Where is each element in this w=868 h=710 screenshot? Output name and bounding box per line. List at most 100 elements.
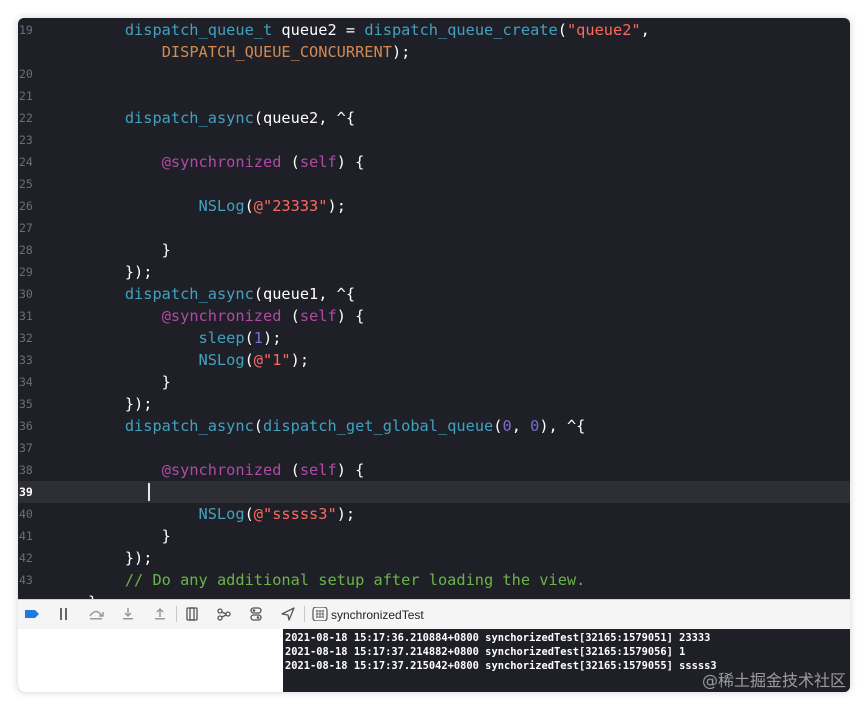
code-line[interactable]: 32 sleep(1); (18, 327, 850, 349)
token-number: 0 (502, 417, 512, 435)
memory-graph-icon[interactable] (216, 607, 232, 621)
line-number: 23 (19, 133, 33, 147)
step-into-icon[interactable] (120, 607, 136, 621)
code-line[interactable]: 21 (18, 85, 850, 107)
line-number: 25 (19, 177, 33, 191)
line-number: 35 (19, 397, 33, 411)
code-text: @synchronized (self) { (88, 151, 365, 173)
token-plain: ( (281, 307, 300, 325)
token-keyword: self (299, 307, 337, 325)
code-line[interactable]: 35 }); (18, 393, 850, 415)
code-line[interactable]: 27 (18, 217, 850, 239)
line-number: 37 (19, 441, 33, 455)
pause-icon[interactable] (56, 607, 72, 621)
code-text: sleep(1); (88, 327, 282, 349)
code-line[interactable]: 31 @synchronized (self) { (18, 305, 850, 327)
code-line[interactable]: 28 } (18, 239, 850, 261)
token-keyword: @synchronized (161, 153, 282, 171)
breakpoints-toggle-icon[interactable] (24, 607, 40, 621)
code-line[interactable]: } (18, 591, 850, 599)
token-keyword: self (299, 153, 337, 171)
current-code-line[interactable]: 39 (18, 481, 850, 503)
code-line[interactable]: 37 (18, 437, 850, 459)
token-string: "queue2" (566, 21, 641, 39)
code-line[interactable]: 22 dispatch_async(queue2, ^{ (18, 107, 850, 129)
token-keyword: @synchronized (161, 461, 282, 479)
code-line[interactable]: 30 dispatch_async(queue1, ^{ (18, 283, 850, 305)
step-over-icon[interactable] (88, 607, 104, 621)
debug-bar: synchronizedTest (18, 599, 850, 630)
line-number: 39 (19, 485, 33, 499)
token-plain: } (88, 527, 171, 545)
token-plain: ( (557, 21, 567, 39)
token-function: dispatch_queue_t (124, 21, 273, 39)
token-plain: ) { (336, 153, 365, 171)
token-plain: ( (253, 417, 263, 435)
code-line[interactable]: 25 (18, 173, 850, 195)
token-plain: ) { (336, 307, 365, 325)
code-line[interactable]: 33 NSLog(@"1"); (18, 349, 850, 371)
line-number: 31 (19, 309, 33, 323)
line-number: 41 (19, 529, 33, 543)
code-line[interactable]: 29 }); (18, 261, 850, 283)
code-line[interactable]: 38 @synchronized (self) { (18, 459, 850, 481)
code-text: @synchronized (self) { (88, 459, 365, 481)
code-text: NSLog(@"23333"); (88, 195, 346, 217)
code-line[interactable]: 43 // Do any additional setup after load… (18, 569, 850, 591)
line-number: 43 (19, 573, 33, 587)
line-number: 28 (19, 243, 33, 257)
scheme-target-label[interactable]: synchronizedTest (331, 608, 424, 622)
view-hierarchy-icon[interactable] (184, 607, 200, 621)
xcode-window: 19 dispatch_queue_t queue2 = dispatch_qu… (18, 18, 850, 692)
step-out-icon[interactable] (152, 607, 168, 621)
code-line[interactable]: 26 NSLog(@"23333"); (18, 195, 850, 217)
code-line[interactable]: 34 } (18, 371, 850, 393)
code-line[interactable]: 40 NSLog(@"sssss3"); (18, 503, 850, 525)
code-editor[interactable]: 19 dispatch_queue_t queue2 = dispatch_qu… (18, 18, 850, 599)
code-text: // Do any additional setup after loading… (88, 569, 585, 591)
code-line[interactable]: 19 dispatch_queue_t queue2 = dispatch_qu… (18, 19, 850, 41)
code-line[interactable]: 41 } (18, 525, 850, 547)
token-function: dispatch_get_global_queue (263, 417, 494, 435)
token-plain: ( (244, 197, 254, 215)
simulate-location-icon[interactable] (280, 607, 296, 621)
variables-view[interactable] (18, 629, 283, 692)
code-text: dispatch_async(queue1, ^{ (88, 283, 355, 305)
environment-overrides-icon[interactable] (248, 607, 264, 621)
code-line[interactable]: 24 @synchronized (self) { (18, 151, 850, 173)
token-plain: , (640, 21, 650, 39)
line-number: 38 (19, 463, 33, 477)
code-text: }); (88, 547, 153, 569)
token-function: dispatch_queue_create (364, 21, 558, 39)
token-plain: } (88, 373, 171, 391)
token-plain: } (88, 241, 171, 259)
code-text: dispatch_async(queue2, ^{ (88, 107, 355, 129)
code-line[interactable]: 20 (18, 63, 850, 85)
token-function: sleep (198, 329, 245, 347)
token-plain: ( (244, 505, 254, 523)
console-log-line: 2021-08-18 15:17:36.210884+0800 synchori… (285, 632, 711, 644)
code-line[interactable]: DISPATCH_QUEUE_CONCURRENT); (18, 41, 850, 63)
watermark: @稀土掘金技术社区 (701, 671, 846, 690)
text-cursor (148, 483, 150, 501)
code-line[interactable]: 23 (18, 129, 850, 151)
code-text: }); (88, 261, 153, 283)
console-log-line: 2021-08-18 15:17:37.214882+0800 synchori… (285, 646, 686, 658)
line-number: 27 (19, 221, 33, 235)
code-line[interactable]: 42 }); (18, 547, 850, 569)
debug-bar-divider (304, 606, 305, 622)
code-text: DISPATCH_QUEUE_CONCURRENT); (88, 41, 411, 63)
token-plain: ( (281, 153, 300, 171)
code-text: @synchronized (self) { (88, 305, 365, 327)
line-number: 32 (19, 331, 33, 345)
token-string: @"23333" (253, 197, 328, 215)
code-line[interactable]: 36 dispatch_async(dispatch_get_global_qu… (18, 415, 850, 437)
